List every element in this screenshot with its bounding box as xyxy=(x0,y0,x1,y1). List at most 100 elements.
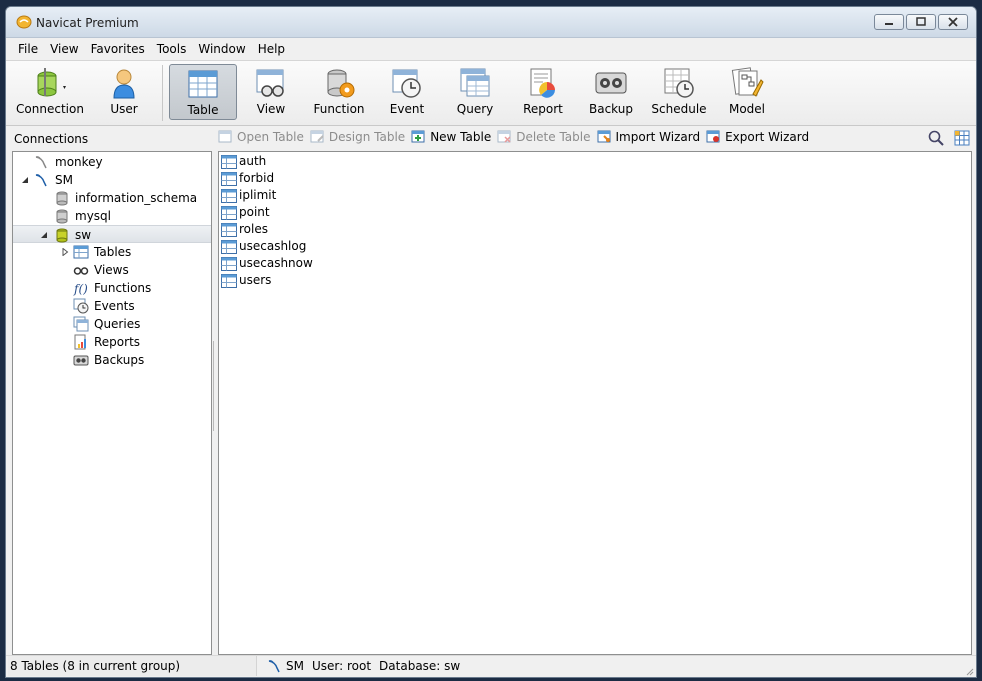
table-item-users[interactable]: users xyxy=(219,272,971,289)
table-item-point[interactable]: point xyxy=(219,204,971,221)
tree-node-backups[interactable]: Backups xyxy=(13,351,211,369)
backup-label: Backup xyxy=(589,102,633,116)
tree-node-functions[interactable]: f() Functions xyxy=(13,279,211,297)
tree-node-views[interactable]: Views xyxy=(13,261,211,279)
maximize-button[interactable] xyxy=(906,14,936,30)
new-table-button[interactable]: New Table xyxy=(411,129,491,144)
tree-label: Backups xyxy=(94,353,145,367)
import-wizard-icon xyxy=(597,130,610,143)
report-label: Report xyxy=(523,102,563,116)
tree-label: Functions xyxy=(94,281,152,295)
table-icon xyxy=(221,222,237,237)
function-button[interactable]: Function xyxy=(305,64,373,120)
report-button[interactable]: Report xyxy=(509,64,577,120)
menu-tools[interactable]: Tools xyxy=(151,38,193,60)
model-button[interactable]: Model xyxy=(713,64,781,120)
view-icon xyxy=(256,69,284,97)
status-table-count: 8 Tables (8 in current group) xyxy=(8,656,257,676)
menu-favorites[interactable]: Favorites xyxy=(85,38,151,60)
window-title: Navicat Premium xyxy=(36,16,139,30)
table-item-iplimit[interactable]: iplimit xyxy=(219,187,971,204)
minimize-icon xyxy=(885,23,893,25)
expanded-triangle-icon[interactable] xyxy=(21,176,29,184)
menu-view[interactable]: View xyxy=(44,38,84,60)
view-button[interactable]: View xyxy=(237,64,305,120)
status-bar: 8 Tables (8 in current group) SM User: r… xyxy=(6,655,976,677)
tree-node-events[interactable]: Events xyxy=(13,297,211,315)
import-wizard-button[interactable]: Import Wizard xyxy=(597,129,700,144)
table-name: point xyxy=(239,205,270,219)
open-table-button[interactable]: Open Table xyxy=(218,129,304,144)
mysql-connection-icon xyxy=(268,660,280,673)
queries-icon xyxy=(73,316,89,332)
tree-node-tables[interactable]: Tables xyxy=(13,243,211,261)
design-table-button[interactable]: Design Table xyxy=(310,129,405,144)
table-item-roles[interactable]: roles xyxy=(219,221,971,238)
function-label: Function xyxy=(313,102,365,116)
tree-node-information-schema[interactable]: information_schema xyxy=(13,189,211,207)
table-name: roles xyxy=(239,222,268,236)
table-item-forbid[interactable]: forbid xyxy=(219,170,971,187)
table-icon xyxy=(221,205,237,220)
new-table-label: New Table xyxy=(430,129,492,144)
expanded-triangle-icon[interactable] xyxy=(40,231,48,239)
tree-node-monkey[interactable]: monkey xyxy=(13,153,211,171)
tables-icon xyxy=(73,245,89,259)
tree-node-sm[interactable]: SM xyxy=(13,171,211,189)
navicat-window: Navicat Premium File View Favorites Tool… xyxy=(5,6,977,678)
export-wizard-button[interactable]: Export Wizard xyxy=(706,129,809,144)
menu-file[interactable]: File xyxy=(12,38,44,60)
backups-icon xyxy=(73,355,89,366)
table-name: usecashlog xyxy=(239,239,307,253)
query-button[interactable]: Query xyxy=(441,64,509,120)
tree-node-reports[interactable]: Reports xyxy=(13,333,211,351)
table-item-auth[interactable]: auth xyxy=(219,153,971,170)
database-open-icon xyxy=(56,228,68,243)
database-icon xyxy=(56,209,68,224)
tree-label: mysql xyxy=(75,209,111,223)
connections-header: Connections xyxy=(14,132,89,146)
tree-node-sw[interactable]: sw xyxy=(13,225,211,243)
design-table-label: Design Table xyxy=(328,129,406,144)
schedule-icon xyxy=(664,68,694,98)
user-button[interactable]: User xyxy=(92,64,156,120)
database-icon xyxy=(56,191,68,206)
resize-grip-icon[interactable] xyxy=(964,666,974,676)
tree-label: Reports xyxy=(94,335,141,349)
connection-label: Connection xyxy=(16,102,84,116)
table-name: users xyxy=(239,273,272,287)
svg-text:f(): f() xyxy=(73,282,88,296)
status-connection: SM xyxy=(286,659,304,673)
tree-node-queries[interactable]: Queries xyxy=(13,315,211,333)
object-list: auth forbid iplimit point roles usecashl… xyxy=(218,151,972,655)
schedule-label: Schedule xyxy=(651,102,707,116)
connection-button[interactable]: Connection xyxy=(8,64,92,120)
minimize-button[interactable] xyxy=(874,14,904,30)
tree-node-mysql[interactable]: mysql xyxy=(13,207,211,225)
table-button[interactable]: Table xyxy=(169,64,237,120)
status-user: User: root xyxy=(311,659,372,673)
views-icon xyxy=(73,267,89,275)
tree-label: monkey xyxy=(55,155,103,169)
mysql-connection-closed-icon xyxy=(35,156,47,169)
table-item-usecashnow[interactable]: usecashnow xyxy=(219,255,971,272)
mysql-connection-icon xyxy=(35,174,47,187)
delete-table-button[interactable]: Delete Table xyxy=(497,129,591,144)
backup-icon xyxy=(595,72,627,94)
report-icon xyxy=(530,68,555,98)
search-icon[interactable] xyxy=(928,130,944,146)
schedule-button[interactable]: Schedule xyxy=(645,64,713,120)
export-wizard-icon xyxy=(706,130,720,143)
collapsed-triangle-icon[interactable] xyxy=(61,248,69,256)
connection-icon xyxy=(37,68,66,97)
table-item-usecashlog[interactable]: usecashlog xyxy=(219,238,971,255)
user-label: User xyxy=(110,102,138,116)
menu-bar: File View Favorites Tools Window Help xyxy=(6,38,976,60)
menu-window[interactable]: Window xyxy=(192,38,251,60)
event-button[interactable]: Event xyxy=(373,64,441,120)
menu-help[interactable]: Help xyxy=(252,38,291,60)
backup-button[interactable]: Backup xyxy=(577,64,645,120)
grid-view-icon[interactable] xyxy=(954,130,970,146)
function-icon xyxy=(327,69,355,98)
close-button[interactable] xyxy=(938,14,968,30)
